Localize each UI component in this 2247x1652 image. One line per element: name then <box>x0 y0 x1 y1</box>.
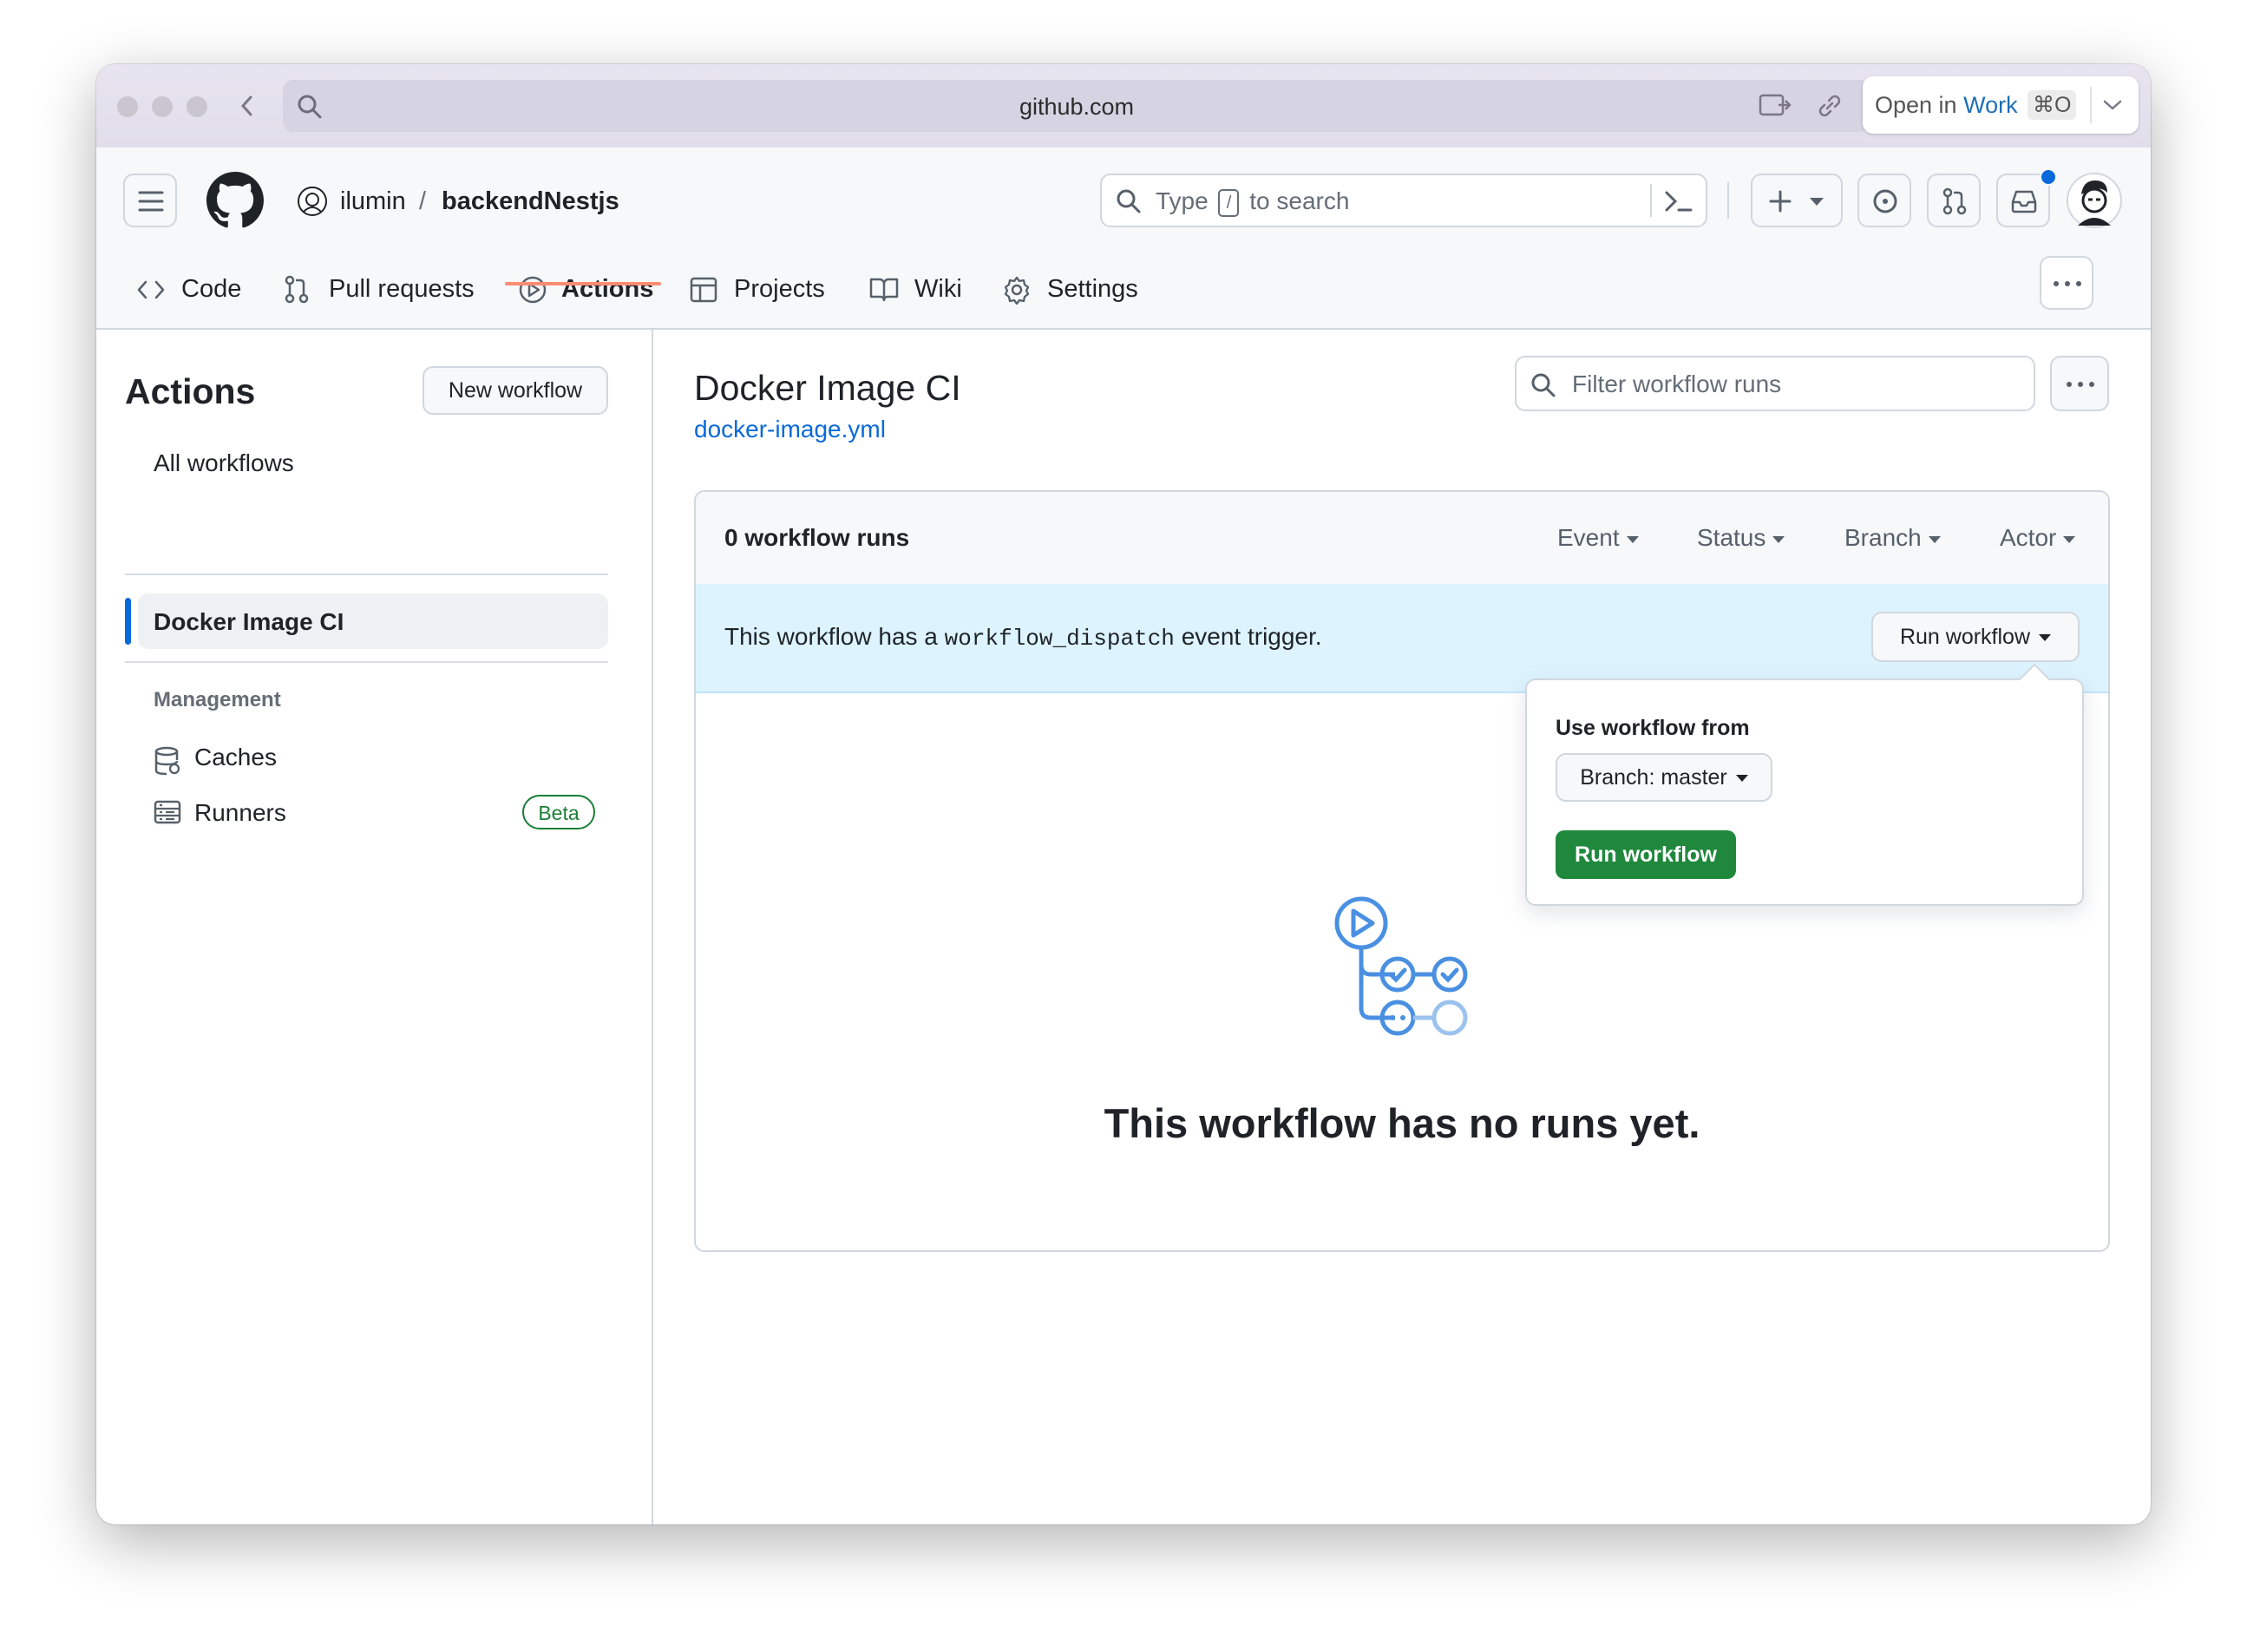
branch-select-label: Branch: master <box>1580 765 1727 790</box>
repo-tabs: Code Pull requests Actions Projects Wiki… <box>96 256 2151 328</box>
url-text: github.com <box>1019 94 1135 120</box>
runs-header: 0 workflow runs Event Status Branch Acto… <box>696 492 2108 586</box>
repo-owner-link[interactable]: ilumin <box>340 187 406 216</box>
code-icon <box>136 277 166 303</box>
search-icon <box>1116 188 1142 214</box>
search-input[interactable]: Type / to search <box>1100 174 1707 227</box>
branch-filter-label: Branch <box>1844 524 1922 551</box>
sidebar-title: Actions <box>125 371 256 411</box>
pull-request-icon <box>284 275 310 305</box>
dispatch-banner: This workflow has a workflow_dispatch ev… <box>696 584 2108 693</box>
selected-indicator <box>125 598 131 645</box>
issues-button[interactable] <box>1857 174 1911 227</box>
actor-filter-dropdown[interactable]: Actor <box>2000 524 2076 552</box>
address-bar[interactable]: github.com <box>283 80 1870 132</box>
workflow-options-button[interactable] <box>2050 356 2109 411</box>
run-workflow-label: Run workflow <box>1899 625 2031 649</box>
search-suffix: to search <box>1249 187 1350 214</box>
search-icon <box>1530 372 1556 398</box>
menu-button[interactable] <box>123 174 177 227</box>
close-window-button[interactable] <box>117 96 138 117</box>
sidebar-item-label: Docker Image CI <box>154 608 344 635</box>
tab-actions[interactable]: Actions <box>561 275 653 304</box>
sidebar-item-runners[interactable]: Runners <box>194 799 286 827</box>
filter-workflow-runs-input[interactable]: Filter workflow runs <box>1515 356 2035 411</box>
table-icon <box>689 275 718 305</box>
kebab-horizontal-icon <box>2054 281 2081 286</box>
database-icon <box>154 746 181 776</box>
branch-filter-dropdown[interactable]: Branch <box>1844 524 1941 552</box>
open-in-target: Work <box>1963 92 2018 118</box>
use-workflow-from-label: Use workflow from <box>1556 716 1750 740</box>
pull-request-icon <box>1942 187 1968 215</box>
repo-name-link[interactable]: backendNestjs <box>442 187 619 216</box>
browser-toolbar: github.com Open in Work ⌘O <box>96 64 2151 148</box>
empty-state-message: This workflow has no runs yet. <box>1104 1100 1700 1146</box>
pull-requests-button[interactable] <box>1927 174 1981 227</box>
dispatch-code: workflow_dispatch <box>944 626 1175 652</box>
sidebar-item-all-workflows[interactable]: All workflows <box>154 449 294 477</box>
beta-badge: Beta <box>522 795 595 829</box>
status-filter-label: Status <box>1697 524 1766 551</box>
branch-select-button[interactable]: Branch: master <box>1556 753 1772 802</box>
runs-count: 0 workflow runs <box>724 524 910 551</box>
event-filter-dropdown[interactable]: Event <box>1557 524 1639 552</box>
back-icon[interactable] <box>239 94 256 118</box>
create-new-button[interactable] <box>1751 174 1843 227</box>
tab-code[interactable]: Code <box>181 275 241 304</box>
tab-pull-requests[interactable]: Pull requests <box>329 275 475 304</box>
user-avatar[interactable] <box>2066 172 2123 229</box>
actor-filter-label: Actor <box>2000 524 2057 551</box>
workflow-title: Docker Image CI <box>694 368 961 408</box>
tab-settings[interactable]: Settings <box>1047 275 1138 304</box>
open-in-label: Open in <box>1875 92 1957 118</box>
workflow-illustration-icon <box>1333 895 1480 1042</box>
zoom-window-button[interactable] <box>187 96 207 117</box>
play-icon <box>518 275 547 305</box>
inbox-icon <box>2010 189 2038 213</box>
plus-icon <box>1768 189 1792 213</box>
actions-sidebar: Actions New workflow All workflows Docke… <box>96 328 653 1524</box>
chevron-down-icon[interactable] <box>2102 97 2123 113</box>
search-shortcut-key: / <box>1218 188 1240 217</box>
status-filter-dropdown[interactable]: Status <box>1697 524 1785 552</box>
command-palette-icon[interactable] <box>1664 190 1693 213</box>
link-icon[interactable] <box>1815 92 1844 120</box>
breadcrumb-separator: / <box>419 187 427 215</box>
minimize-window-button[interactable] <box>152 96 173 117</box>
search-prefix: Type <box>1156 187 1209 214</box>
hamburger-icon <box>138 190 164 213</box>
reader-icon[interactable] <box>1758 92 1792 120</box>
notification-dot <box>2040 168 2057 186</box>
kebab-horizontal-icon <box>2067 382 2094 387</box>
run-workflow-popover: Use workflow from Branch: master Run wor… <box>1525 663 2084 906</box>
event-filter-label: Event <box>1557 524 1620 551</box>
tab-wiki[interactable]: Wiki <box>914 275 962 304</box>
server-icon <box>154 800 181 824</box>
more-tabs-button[interactable] <box>2040 256 2093 310</box>
github-logo-icon[interactable] <box>206 172 264 229</box>
workflow-file-link[interactable]: docker-image.yml <box>694 416 886 443</box>
management-heading: Management <box>154 688 281 711</box>
run-workflow-submit-button[interactable]: Run workflow <box>1556 830 1736 879</box>
open-in-work-button[interactable]: Open in Work ⌘O <box>1863 76 2139 134</box>
book-icon <box>868 275 900 303</box>
active-tab-indicator <box>505 282 661 285</box>
dispatch-suffix: event trigger. <box>1181 623 1322 650</box>
run-workflow-dropdown-button[interactable]: Run workflow <box>1871 612 2080 662</box>
caret-down-icon <box>1810 198 1824 206</box>
github-header: ilumin / backendNestjs Type / to search <box>96 148 2151 330</box>
tab-projects[interactable]: Projects <box>734 275 825 304</box>
sidebar-item-caches[interactable]: Caches <box>194 744 277 771</box>
new-workflow-button[interactable]: New workflow <box>423 366 608 415</box>
issue-icon <box>1872 188 1898 214</box>
open-in-shortcut: ⌘O <box>2028 90 2077 120</box>
filter-placeholder: Filter workflow runs <box>1572 370 1782 397</box>
dispatch-prefix: This workflow has a <box>724 623 938 650</box>
owner-avatar[interactable] <box>297 186 328 217</box>
gear-icon <box>1002 275 1032 305</box>
browser-window: github.com Open in Work ⌘O ilumin / back… <box>96 64 2151 1524</box>
